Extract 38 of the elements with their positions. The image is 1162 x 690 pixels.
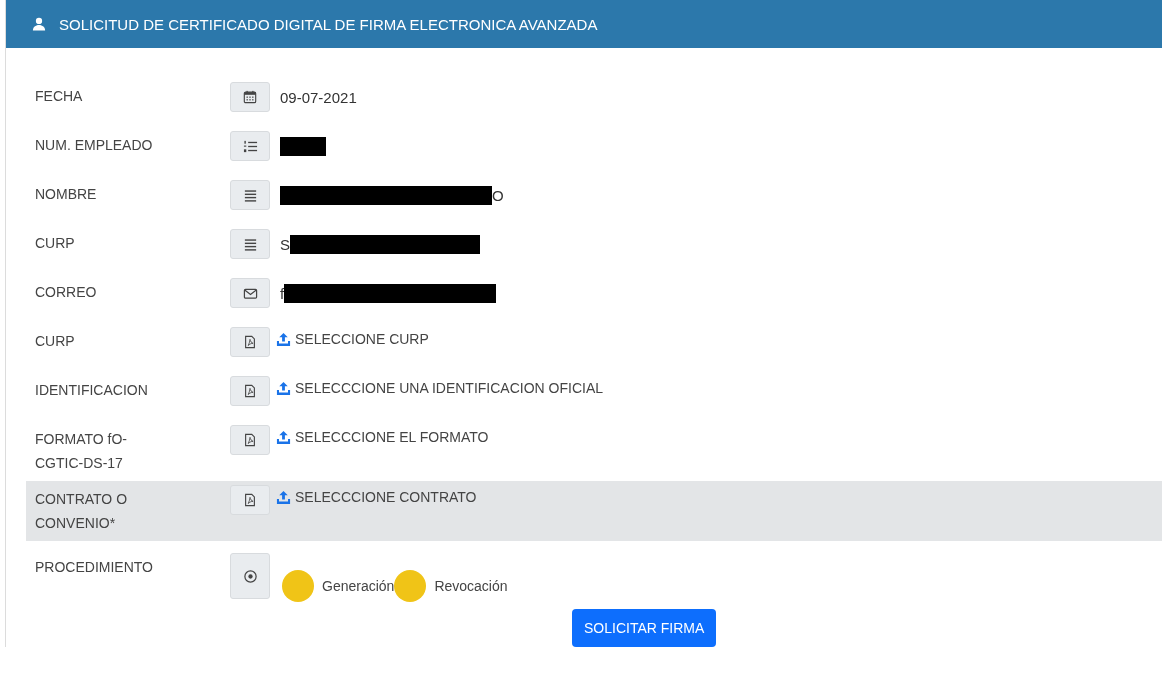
field-label: IDENTIFICACION xyxy=(35,381,149,400)
field-label: PROCEDIMIENTO xyxy=(35,558,154,577)
field-label: FECHA xyxy=(35,87,84,106)
field-value: S xyxy=(280,235,290,253)
radio-label: Revocación xyxy=(434,578,508,594)
field-value: 09-07-2021 xyxy=(280,88,357,106)
radio-label: Generación xyxy=(322,578,395,594)
calendar-icon xyxy=(243,90,257,104)
file-select-link[interactable]: SELECCCIONE CONTRATO xyxy=(295,489,477,505)
upload-icon xyxy=(276,331,291,347)
submit-button[interactable]: SOLICITAR FIRMA xyxy=(572,609,717,647)
numbered-list-icon xyxy=(242,138,258,154)
field-value: O xyxy=(492,186,504,204)
text-lines-icon xyxy=(242,187,258,203)
form-title: SOLICITUD DE CERTIFICADO DIGITAL DE FIRMA ELECTRONICA AVANZADA xyxy=(59,15,598,33)
text-lines-icon xyxy=(242,236,258,252)
field-label: NUM. EMPLEADO xyxy=(35,136,154,155)
file-select-link[interactable]: SELECCCIONE UNA IDENTIFICACION OFICIAL xyxy=(295,380,604,396)
upload-icon xyxy=(276,380,291,396)
field-label: CORREO xyxy=(35,283,98,302)
pdf-file-icon xyxy=(243,433,257,447)
field-value: f xyxy=(280,284,285,302)
upload-icon xyxy=(276,429,291,445)
pdf-file-icon xyxy=(243,335,257,349)
field-label: CONTRATO O CONVENIO* xyxy=(35,490,129,533)
field-label: FORMATO fO-CGTIC-DS-17 xyxy=(35,430,129,473)
pdf-file-icon xyxy=(243,493,257,507)
radio-button[interactable] xyxy=(282,570,314,602)
field-label: NOMBRE xyxy=(35,185,98,204)
upload-icon xyxy=(276,489,291,505)
field-label: CURP xyxy=(35,234,76,253)
field-label: CURP xyxy=(35,332,76,351)
pdf-file-icon xyxy=(243,384,257,398)
file-select-link[interactable]: SELECCIONE CURP xyxy=(295,331,429,347)
radio-target-icon xyxy=(242,568,258,584)
radio-button[interactable] xyxy=(394,570,427,602)
user-icon xyxy=(32,17,46,31)
file-select-link[interactable]: SELECCCIONE EL FORMATO xyxy=(295,429,489,445)
